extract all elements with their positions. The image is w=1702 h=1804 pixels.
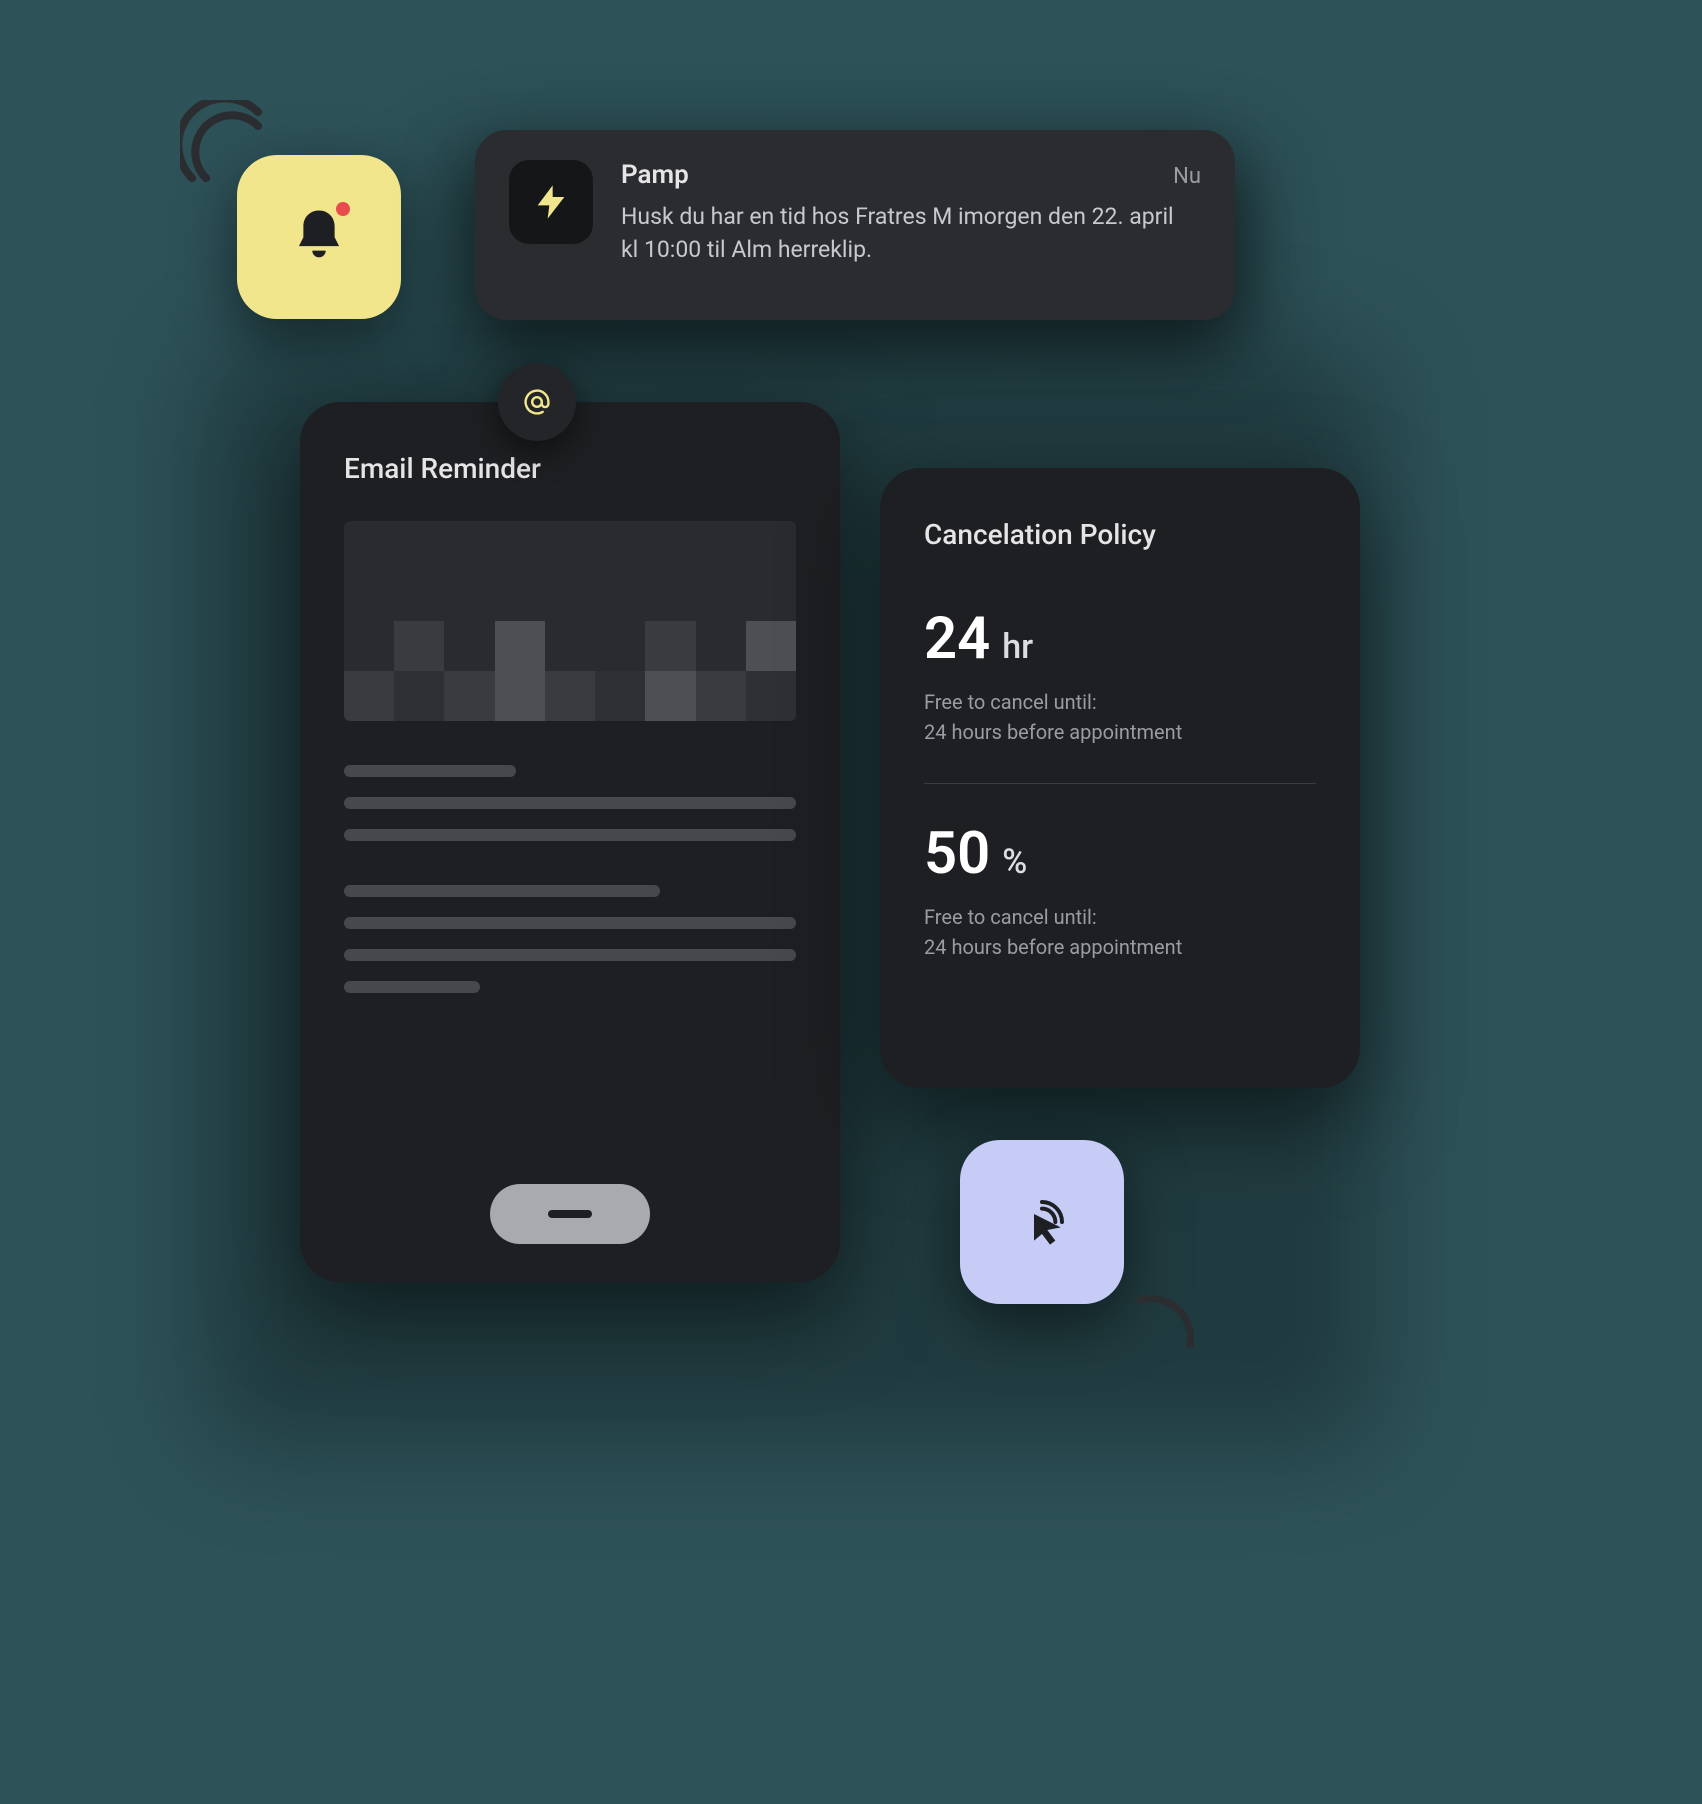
bell-icon [292, 206, 346, 268]
cancellation-metric-time: 24 hr Free to cancel until: 24 hours bef… [924, 605, 1316, 747]
metric-value: 24 [924, 605, 990, 673]
metric-sub-line: Free to cancel until: [924, 687, 1316, 717]
email-reminder-card: Email Reminder [300, 402, 840, 1282]
notification-app-icon [509, 160, 593, 244]
text-placeholder-line [344, 981, 480, 993]
notification-time: Nu [1173, 164, 1201, 189]
text-placeholder-line [344, 917, 796, 929]
button-label-placeholder [548, 1210, 592, 1218]
metric-sub-line: Free to cancel until: [924, 902, 1316, 932]
arc-decoration-icon [1130, 1290, 1200, 1360]
divider [924, 783, 1316, 784]
metric-sub-line: 24 hours before appointment [924, 717, 1316, 747]
cancellation-title: Cancelation Policy [924, 518, 1316, 551]
notification-dot-icon [336, 202, 350, 216]
metric-value: 50 [924, 820, 990, 888]
email-at-badge [498, 363, 576, 441]
metric-sub-line: 24 hours before appointment [924, 932, 1316, 962]
cursor-click-icon [1010, 1190, 1074, 1254]
at-sign-icon [519, 384, 555, 420]
text-placeholder-line [344, 949, 796, 961]
notification-bell-tile[interactable] [237, 155, 401, 319]
text-placeholder-line [344, 765, 516, 777]
cancellation-policy-card: Cancelation Policy 24 hr Free to cancel … [880, 468, 1360, 1088]
text-placeholder-line [344, 829, 796, 841]
cancellation-metric-fee: 50 % Free to cancel until: 24 hours befo… [924, 820, 1316, 962]
metric-unit: hr [1002, 627, 1033, 667]
email-preview-image [344, 521, 796, 721]
cursor-click-tile[interactable] [960, 1140, 1124, 1304]
notification-message: Husk du har en tid hos Fratres M imorgen… [621, 200, 1181, 267]
metric-unit: % [1002, 842, 1027, 882]
text-placeholder-line [344, 797, 796, 809]
email-reminder-title: Email Reminder [344, 452, 796, 485]
notification-app-name: Pamp [621, 160, 689, 190]
email-cta-button[interactable] [490, 1184, 650, 1244]
text-placeholder-line [344, 885, 660, 897]
push-notification-card[interactable]: Pamp Nu Husk du har en tid hos Fratres M… [475, 130, 1235, 320]
bolt-icon [531, 182, 571, 222]
